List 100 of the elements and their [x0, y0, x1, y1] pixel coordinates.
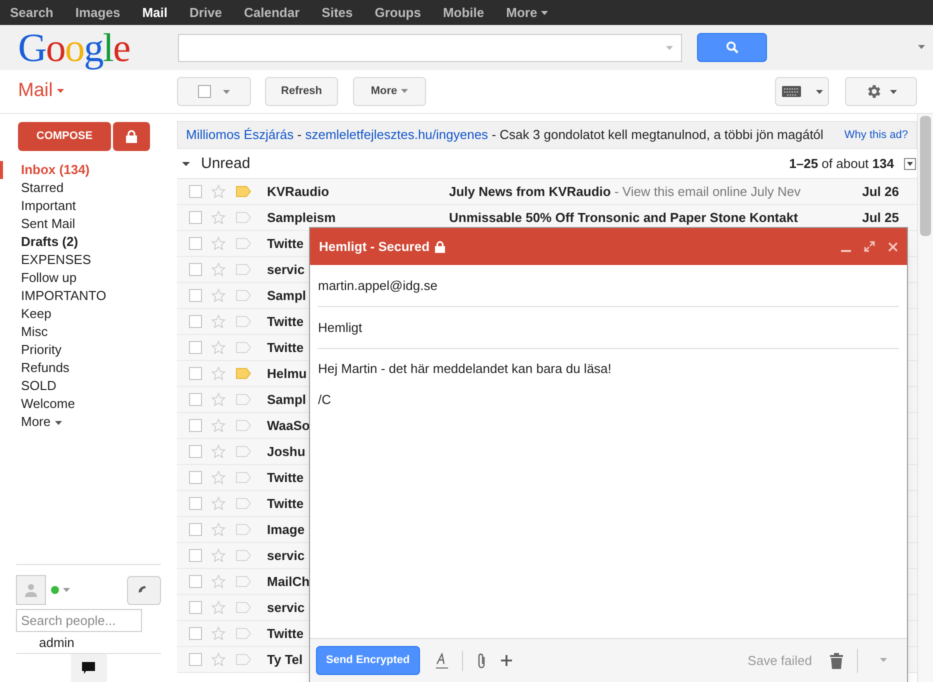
importance-marker-icon[interactable]: [236, 550, 251, 561]
importance-marker-icon[interactable]: [236, 498, 251, 509]
google-logo[interactable]: Google: [18, 28, 178, 68]
checkbox[interactable]: [189, 393, 202, 406]
checkbox[interactable]: [189, 185, 202, 198]
checkbox[interactable]: [189, 653, 202, 666]
folder-link[interactable]: Important: [0, 197, 177, 215]
star-icon[interactable]: [211, 444, 226, 459]
star-icon[interactable]: [211, 418, 226, 433]
chat-contact[interactable]: admin: [16, 633, 161, 651]
star-icon[interactable]: [211, 600, 226, 615]
folder-link[interactable]: Welcome: [0, 395, 177, 413]
importance-marker-icon[interactable]: [236, 368, 251, 379]
more-button[interactable]: More: [353, 77, 426, 106]
phone-button[interactable]: [127, 576, 161, 604]
top-bar-link[interactable]: Images: [75, 2, 120, 22]
top-bar-link[interactable]: Groups: [374, 2, 421, 22]
ad-url-link[interactable]: szemleletfejlesztes.hu/ingyenes: [305, 127, 488, 142]
top-bar-link[interactable]: Mail: [142, 2, 168, 22]
star-icon[interactable]: [211, 314, 226, 329]
refresh-button[interactable]: Refresh: [265, 77, 338, 106]
subject-field[interactable]: Hemligt: [318, 318, 362, 338]
star-icon[interactable]: [211, 366, 226, 381]
search-button[interactable]: [697, 33, 767, 62]
checkbox[interactable]: [189, 575, 202, 588]
top-bar-link[interactable]: Calendar: [244, 2, 300, 22]
email-row[interactable]: KVRaudio July News from KVRaudio - View this email online July Nev Jul 26: [177, 179, 917, 205]
checkbox[interactable]: [189, 497, 202, 510]
select-checkbox-button[interactable]: [177, 77, 251, 106]
star-icon[interactable]: [211, 210, 226, 225]
folder-link[interactable]: IMPORTANTO: [0, 287, 177, 305]
mail-menu[interactable]: Mail: [18, 77, 177, 106]
checkbox[interactable]: [189, 211, 202, 224]
checkbox[interactable]: [189, 471, 202, 484]
checkbox[interactable]: [189, 367, 202, 380]
importance-marker-icon[interactable]: [236, 238, 251, 249]
input-tools-button[interactable]: [775, 77, 829, 106]
chat-button[interactable]: [70, 654, 106, 682]
folder-link[interactable]: Refunds: [0, 359, 177, 377]
message-body-field[interactable]: Hej Martin - det här meddelandet kan bara du läsa! /C: [318, 349, 899, 638]
settings-button[interactable]: [845, 77, 917, 106]
folder-link[interactable]: SOLD: [0, 377, 177, 395]
importance-marker-icon[interactable]: [236, 212, 251, 223]
star-icon[interactable]: [211, 496, 226, 511]
star-icon[interactable]: [211, 548, 226, 563]
compose-button[interactable]: COMPOSE: [18, 122, 111, 151]
star-icon[interactable]: [211, 652, 226, 667]
star-icon[interactable]: [211, 392, 226, 407]
close-icon[interactable]: [888, 242, 898, 252]
trash-icon[interactable]: [830, 652, 843, 668]
paperclip-icon[interactable]: [476, 652, 487, 669]
importance-marker-icon[interactable]: [236, 654, 251, 665]
search-people-field[interactable]: Search people...: [16, 609, 142, 632]
star-icon[interactable]: [211, 574, 226, 589]
importance-marker-icon[interactable]: [236, 342, 251, 353]
star-icon[interactable]: [211, 340, 226, 355]
star-icon[interactable]: [211, 470, 226, 485]
checkbox[interactable]: [189, 627, 202, 640]
star-icon[interactable]: [211, 522, 226, 537]
importance-marker-icon[interactable]: [236, 264, 251, 275]
search-field[interactable]: [178, 34, 682, 62]
checkbox[interactable]: [189, 341, 202, 354]
importance-marker-icon[interactable]: [236, 316, 251, 327]
section-toggle-icon[interactable]: [182, 160, 190, 168]
checkbox[interactable]: [189, 419, 202, 432]
top-bar-link[interactable]: Search: [10, 2, 54, 22]
checkbox[interactable]: [189, 549, 202, 562]
importance-marker-icon[interactable]: [236, 186, 251, 197]
importance-marker-icon[interactable]: [236, 628, 251, 639]
recipient-field[interactable]: martin.appel@idg.se: [318, 276, 438, 296]
expand-icon[interactable]: [864, 241, 875, 252]
top-bar-link[interactable]: Sites: [322, 2, 353, 22]
folder-link[interactable]: EXPENSES: [0, 251, 177, 269]
scrollbar[interactable]: [917, 114, 933, 682]
checkbox[interactable]: [189, 523, 202, 536]
importance-marker-icon[interactable]: [236, 290, 251, 301]
secure-compose-button[interactable]: [113, 122, 150, 151]
star-icon[interactable]: [211, 262, 226, 277]
folder-link[interactable]: Sent Mail: [0, 215, 177, 233]
checkbox[interactable]: [189, 601, 202, 614]
more-folders-link[interactable]: More: [0, 413, 177, 431]
checkbox[interactable]: [189, 263, 202, 276]
text-format-icon[interactable]: [436, 652, 448, 668]
importance-marker-icon[interactable]: [236, 602, 251, 613]
top-bar-link[interactable]: Drive: [189, 2, 222, 22]
star-icon[interactable]: [211, 184, 226, 199]
checkbox[interactable]: [189, 289, 202, 302]
why-this-ad-link[interactable]: Why this ad?: [844, 126, 908, 144]
checkbox[interactable]: [189, 445, 202, 458]
ad-title-link[interactable]: Milliomos Észjárás: [186, 127, 294, 142]
importance-marker-icon[interactable]: [236, 576, 251, 587]
plus-icon[interactable]: [500, 655, 512, 666]
star-icon[interactable]: [211, 288, 226, 303]
star-icon[interactable]: [211, 236, 226, 251]
importance-marker-icon[interactable]: [236, 446, 251, 457]
importance-marker-icon[interactable]: [236, 394, 251, 405]
star-icon[interactable]: [211, 626, 226, 641]
folder-link[interactable]: Priority: [0, 341, 177, 359]
importance-marker-icon[interactable]: [236, 420, 251, 431]
top-bar-link[interactable]: Mobile: [442, 2, 484, 22]
